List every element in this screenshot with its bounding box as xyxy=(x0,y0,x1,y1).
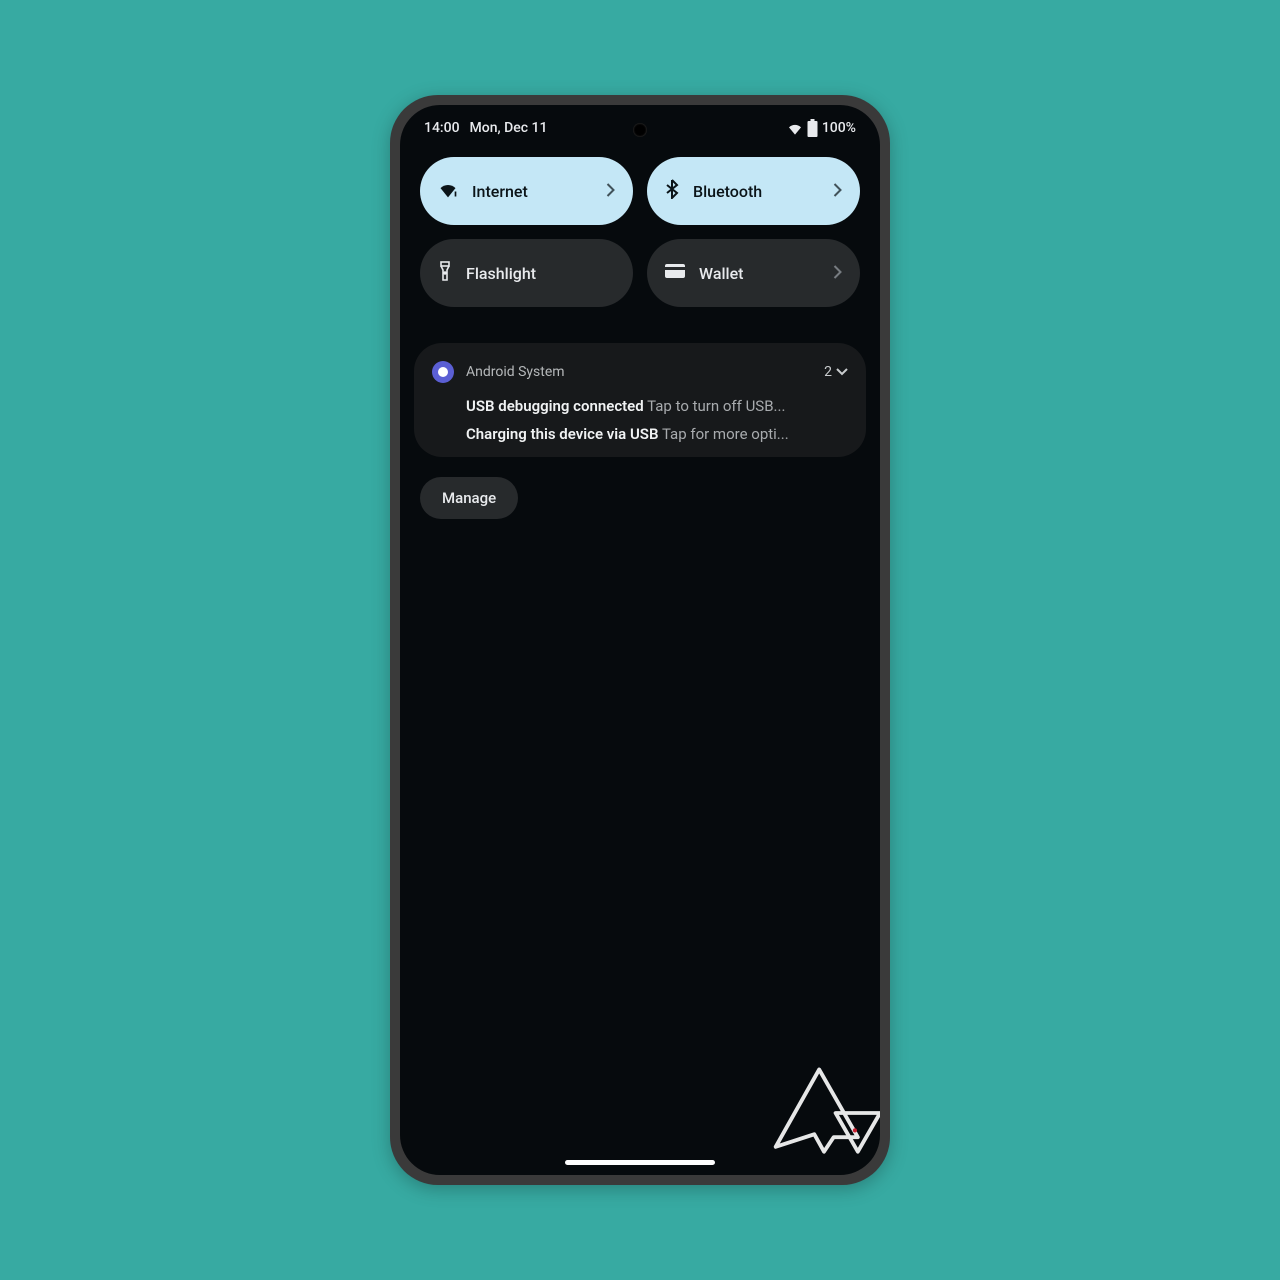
android-system-icon xyxy=(432,361,454,383)
front-camera xyxy=(633,123,647,137)
phone-frame: 14:00 Mon, Dec 11 100% Internet xyxy=(390,95,890,1185)
wifi-icon xyxy=(438,180,458,202)
status-date: Mon, Dec 11 xyxy=(470,120,548,136)
qs-tile-internet[interactable]: Internet xyxy=(420,157,633,225)
notification-header: Android System 2 xyxy=(432,361,848,383)
notification-expand[interactable]: 2 xyxy=(824,364,848,380)
bluetooth-icon xyxy=(665,179,679,203)
qs-tile-label: Bluetooth xyxy=(693,182,819,201)
wallet-icon xyxy=(665,263,685,283)
notification-title: USB debugging connected xyxy=(466,397,644,415)
wifi-icon xyxy=(787,121,803,135)
manage-button[interactable]: Manage xyxy=(420,477,518,519)
qs-tile-bluetooth[interactable]: Bluetooth xyxy=(647,157,860,225)
status-time: 14:00 xyxy=(424,120,460,136)
chevron-right-icon xyxy=(606,182,615,201)
notification-item[interactable]: USB debugging connected Tap to turn off … xyxy=(432,397,848,415)
battery-percent: 100% xyxy=(822,120,856,136)
qs-tile-flashlight[interactable]: Flashlight xyxy=(420,239,633,307)
qs-tile-label: Flashlight xyxy=(466,264,615,283)
notification-app-name: Android System xyxy=(466,364,565,380)
notification-actions: Manage xyxy=(400,457,880,539)
battery-icon xyxy=(807,119,818,137)
watermark-logo xyxy=(766,1055,880,1171)
manage-button-label: Manage xyxy=(442,489,496,507)
quick-settings: Internet Bluetooth Flashlight xyxy=(400,145,880,325)
notification-item[interactable]: Charging this device via USB Tap for mor… xyxy=(432,425,848,443)
chevron-right-icon xyxy=(833,182,842,201)
gesture-nav-bar[interactable] xyxy=(565,1160,715,1165)
notification-card[interactable]: Android System 2 USB debugging connected… xyxy=(414,343,866,457)
chevron-right-icon xyxy=(833,264,842,283)
qs-tile-label: Internet xyxy=(472,182,592,201)
flashlight-icon xyxy=(438,261,452,285)
notification-body: Tap to turn off USB... xyxy=(647,397,785,415)
notification-count: 2 xyxy=(824,364,832,380)
chevron-down-icon xyxy=(836,364,848,380)
screen: 14:00 Mon, Dec 11 100% Internet xyxy=(400,105,880,1175)
qs-tile-wallet[interactable]: Wallet xyxy=(647,239,860,307)
notification-title: Charging this device via USB xyxy=(466,425,659,443)
notification-body: Tap for more opti... xyxy=(662,425,789,443)
qs-tile-label: Wallet xyxy=(699,264,819,283)
